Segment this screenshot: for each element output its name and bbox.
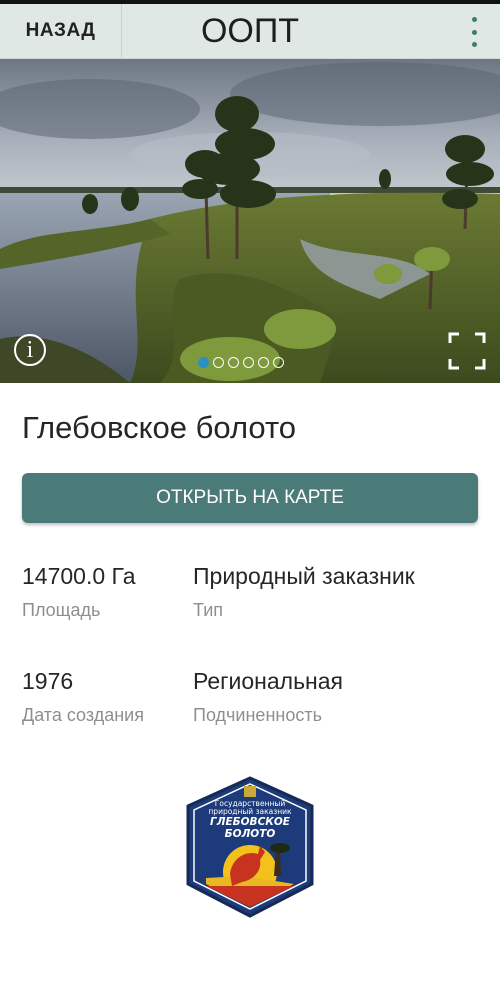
subordination-label: Подчиненность: [193, 705, 322, 725]
page-dot[interactable]: [213, 357, 224, 368]
reserve-emblem: Государственный природный заказник ГЛЕБО…: [184, 776, 316, 918]
area-label: Площадь: [22, 600, 101, 620]
info-icon[interactable]: i: [14, 334, 46, 366]
gallery-photo: [0, 59, 500, 383]
reserve-name: Глебовское болото: [22, 410, 297, 445]
back-button[interactable]: НАЗАД: [0, 4, 122, 58]
year-label: Дата создания: [22, 705, 144, 725]
type-value: Природный заказник: [193, 563, 415, 589]
app-title: ООПТ: [200, 11, 300, 50]
subordination-value: Региональная: [193, 668, 343, 694]
gallery-pagination: [198, 357, 284, 368]
photo-gallery[interactable]: i: [0, 59, 500, 383]
type-label: Тип: [193, 600, 224, 620]
emblem-caption: Государственный природный заказник ГЛЕБО…: [208, 799, 292, 840]
page-dot[interactable]: [258, 357, 269, 368]
app-header: НАЗАД ООПТ: [0, 4, 500, 59]
more-vert-icon[interactable]: [462, 17, 486, 47]
open-map-button[interactable]: ОТКРЫТЬ НА КАРТЕ: [22, 473, 478, 523]
fullscreen-icon[interactable]: [448, 332, 486, 370]
year-value: 1976: [22, 668, 74, 694]
page-dot-active[interactable]: [198, 357, 209, 368]
page-dot[interactable]: [228, 357, 239, 368]
area-value: 14700.0 Га: [22, 563, 136, 589]
page-dot[interactable]: [243, 357, 254, 368]
page-dot[interactable]: [273, 357, 284, 368]
